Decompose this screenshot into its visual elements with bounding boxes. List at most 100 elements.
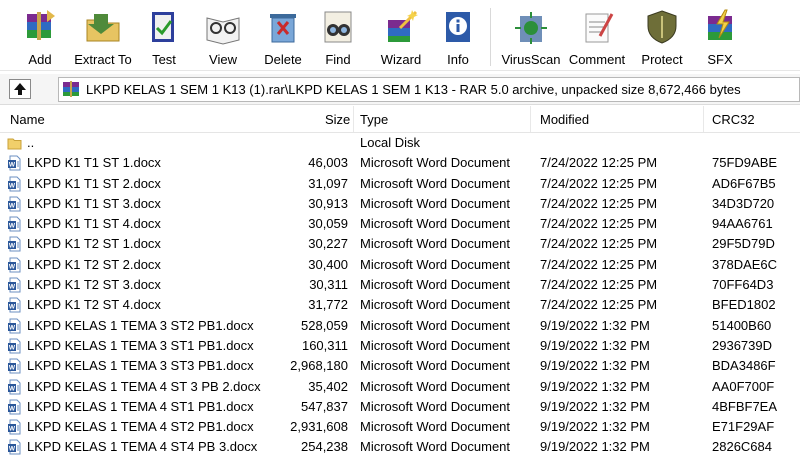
file-name: LKPD KELAS 1 TEMA 3 ST2 PB1.docx	[27, 317, 254, 333]
file-row[interactable]: W LKPD K1 T1 ST 1.docx 46,003 Microsoft Wor…	[0, 153, 800, 173]
file-crc32: 94AA6761	[712, 216, 773, 232]
svg-text:W: W	[9, 202, 16, 209]
file-crc32: BDA3486F	[712, 358, 776, 374]
file-name: LKPD K1 T2 ST 1.docx	[27, 236, 161, 252]
file-size: 254,238	[301, 439, 348, 455]
file-type: Microsoft Word Document	[360, 297, 511, 313]
file-modified: 9/19/2022 1:32 PM	[540, 398, 650, 414]
column-divider[interactable]	[353, 106, 354, 132]
svg-text:W: W	[9, 162, 16, 169]
column-header-type[interactable]: Type	[360, 112, 388, 127]
file-row[interactable]: W LKPD K1 T2 ST 4.docx 31,772 Microsoft Wor…	[0, 295, 800, 315]
file-name: LKPD KELAS 1 TEMA 3 ST3 PB1.docx	[27, 358, 254, 374]
virusscan-button[interactable]: VirusScan	[500, 0, 562, 70]
word-document-icon: W	[8, 338, 21, 354]
sfx-button[interactable]: SFX	[700, 0, 740, 70]
column-header-name[interactable]: Name	[10, 112, 45, 127]
word-document-icon: W	[8, 236, 21, 252]
file-size: 46,003	[308, 155, 348, 171]
file-size: 31,097	[308, 175, 348, 191]
file-crc32: AA0F700F	[712, 378, 775, 394]
up-one-level-button[interactable]	[9, 79, 31, 99]
test-button[interactable]: Test	[144, 0, 184, 70]
file-row[interactable]: W LKPD K1 T2 ST 1.docx 30,227 Microsoft Wor…	[0, 234, 800, 254]
file-row[interactable]: .. Local Disk	[0, 133, 800, 153]
column-header-crc32[interactable]: CRC32	[712, 112, 755, 127]
file-type: Microsoft Word Document	[360, 236, 511, 252]
extract-to-label: Extract To	[74, 52, 132, 67]
word-document-icon: W	[8, 358, 21, 374]
comment-button[interactable]: Comment	[566, 0, 628, 70]
delete-button[interactable]: Delete	[260, 0, 306, 70]
file-name: LKPD KELAS 1 TEMA 3 ST1 PB1.docx	[27, 337, 254, 353]
file-size: 2,931,608	[290, 419, 348, 435]
file-modified: 9/19/2022 1:32 PM	[540, 378, 650, 394]
column-header-size[interactable]: Size	[325, 112, 350, 127]
file-row[interactable]: W LKPD KELAS 1 TEMA 4 ST1 PB1.docx 547,837…	[0, 397, 800, 417]
file-size: 35,402	[308, 378, 348, 394]
file-crc32: BFED1802	[712, 297, 776, 313]
word-document-icon: W	[8, 399, 21, 415]
glasses-book-icon	[206, 17, 240, 45]
info-button[interactable]: Info	[440, 0, 476, 70]
find-label: Find	[325, 52, 351, 67]
file-crc32: 75FD9ABE	[712, 155, 778, 171]
word-document-icon: W	[8, 419, 21, 435]
file-size: 2,968,180	[290, 358, 348, 374]
file-name: LKPD K1 T2 ST 3.docx	[27, 277, 161, 293]
test-label: Test	[152, 52, 176, 67]
protect-button[interactable]: Protect	[638, 0, 686, 70]
word-document-icon: W	[8, 196, 21, 212]
file-crc32: 51400B60	[712, 317, 772, 333]
svg-text:W: W	[9, 243, 16, 250]
file-row[interactable]: W LKPD K1 T1 ST 4.docx 30,059 Microsoft Wor…	[0, 214, 800, 234]
file-crc32: 378DAE6C	[712, 256, 778, 272]
archive-path-text: LKPD KELAS 1 SEM 1 K13 (1).rar\LKPD KELA…	[86, 82, 741, 97]
archive-path-field[interactable]: LKPD KELAS 1 SEM 1 K13 (1).rar\LKPD KELA…	[58, 77, 800, 102]
shield-icon	[647, 10, 677, 44]
file-type: Microsoft Word Document	[360, 337, 511, 353]
file-type: Microsoft Word Document	[360, 175, 511, 191]
file-row[interactable]: W LKPD KELAS 1 TEMA 3 ST2 PB1.docx 528,059…	[0, 316, 800, 336]
file-row[interactable]: W LKPD K1 T2 ST 3.docx 30,311 Microsoft Wor…	[0, 275, 800, 295]
toolbar-separator	[490, 8, 491, 66]
svg-text:W: W	[9, 385, 16, 392]
file-row[interactable]: W LKPD KELAS 1 TEMA 4 ST4 PB 3.docx 254,23…	[0, 437, 800, 457]
protect-label: Protect	[641, 52, 683, 67]
file-row[interactable]: W LKPD KELAS 1 TEMA 3 ST1 PB1.docx 160,311…	[0, 336, 800, 356]
column-header-row: Name Size Type Modified CRC32	[0, 106, 800, 133]
file-row[interactable]: W LKPD K1 T2 ST 2.docx 30,400 Microsoft Wor…	[0, 255, 800, 275]
file-size: 528,059	[301, 317, 348, 333]
column-divider[interactable]	[703, 106, 704, 132]
file-row[interactable]: W LKPD KELAS 1 TEMA 3 ST3 PB1.docx 2,968,1…	[0, 356, 800, 376]
column-header-modified[interactable]: Modified	[540, 112, 589, 127]
file-row[interactable]: W LKPD K1 T1 ST 2.docx 31,097 Microsoft Wor…	[0, 174, 800, 194]
view-button[interactable]: View	[200, 0, 246, 70]
svg-text:W: W	[9, 304, 16, 311]
address-bar: LKPD KELAS 1 SEM 1 K13 (1).rar\LKPD KELA…	[0, 74, 800, 105]
folder-icon	[7, 138, 22, 150]
word-document-icon: W	[8, 318, 21, 334]
svg-text:W: W	[9, 284, 16, 291]
column-divider[interactable]	[530, 106, 531, 132]
delete-bin-icon	[270, 14, 296, 43]
virus-scan-icon	[515, 12, 547, 44]
file-crc32: 70FF64D3	[712, 277, 774, 293]
file-size: 30,311	[309, 277, 348, 293]
find-button[interactable]: Find	[318, 0, 358, 70]
file-row[interactable]: W LKPD K1 T1 ST 3.docx 30,913 Microsoft Wor…	[0, 194, 800, 214]
extract-to-button[interactable]: Extract To	[72, 0, 134, 70]
virusscan-label: VirusScan	[501, 52, 561, 67]
wizard-button[interactable]: Wizard	[378, 0, 424, 70]
file-type: Microsoft Word Document	[360, 155, 511, 171]
file-row[interactable]: W LKPD KELAS 1 TEMA 4 ST2 PB1.docx 2,931,6…	[0, 417, 800, 437]
add-button[interactable]: Add	[18, 0, 62, 70]
file-modified: 7/24/2022 12:25 PM	[540, 277, 658, 293]
file-size: 160,311	[301, 337, 348, 353]
info-label: Info	[447, 52, 469, 67]
file-list: Name Size Type Modified CRC32 .. Local Di…	[0, 106, 800, 455]
file-name: LKPD KELAS 1 TEMA 4 ST 3 PB 2.docx	[27, 378, 261, 394]
file-row[interactable]: W LKPD KELAS 1 TEMA 4 ST 3 PB 2.docx 35,40…	[0, 377, 800, 397]
file-type: Microsoft Word Document	[360, 277, 511, 293]
file-name: LKPD KELAS 1 TEMA 4 ST4 PB 3.docx	[27, 439, 258, 455]
